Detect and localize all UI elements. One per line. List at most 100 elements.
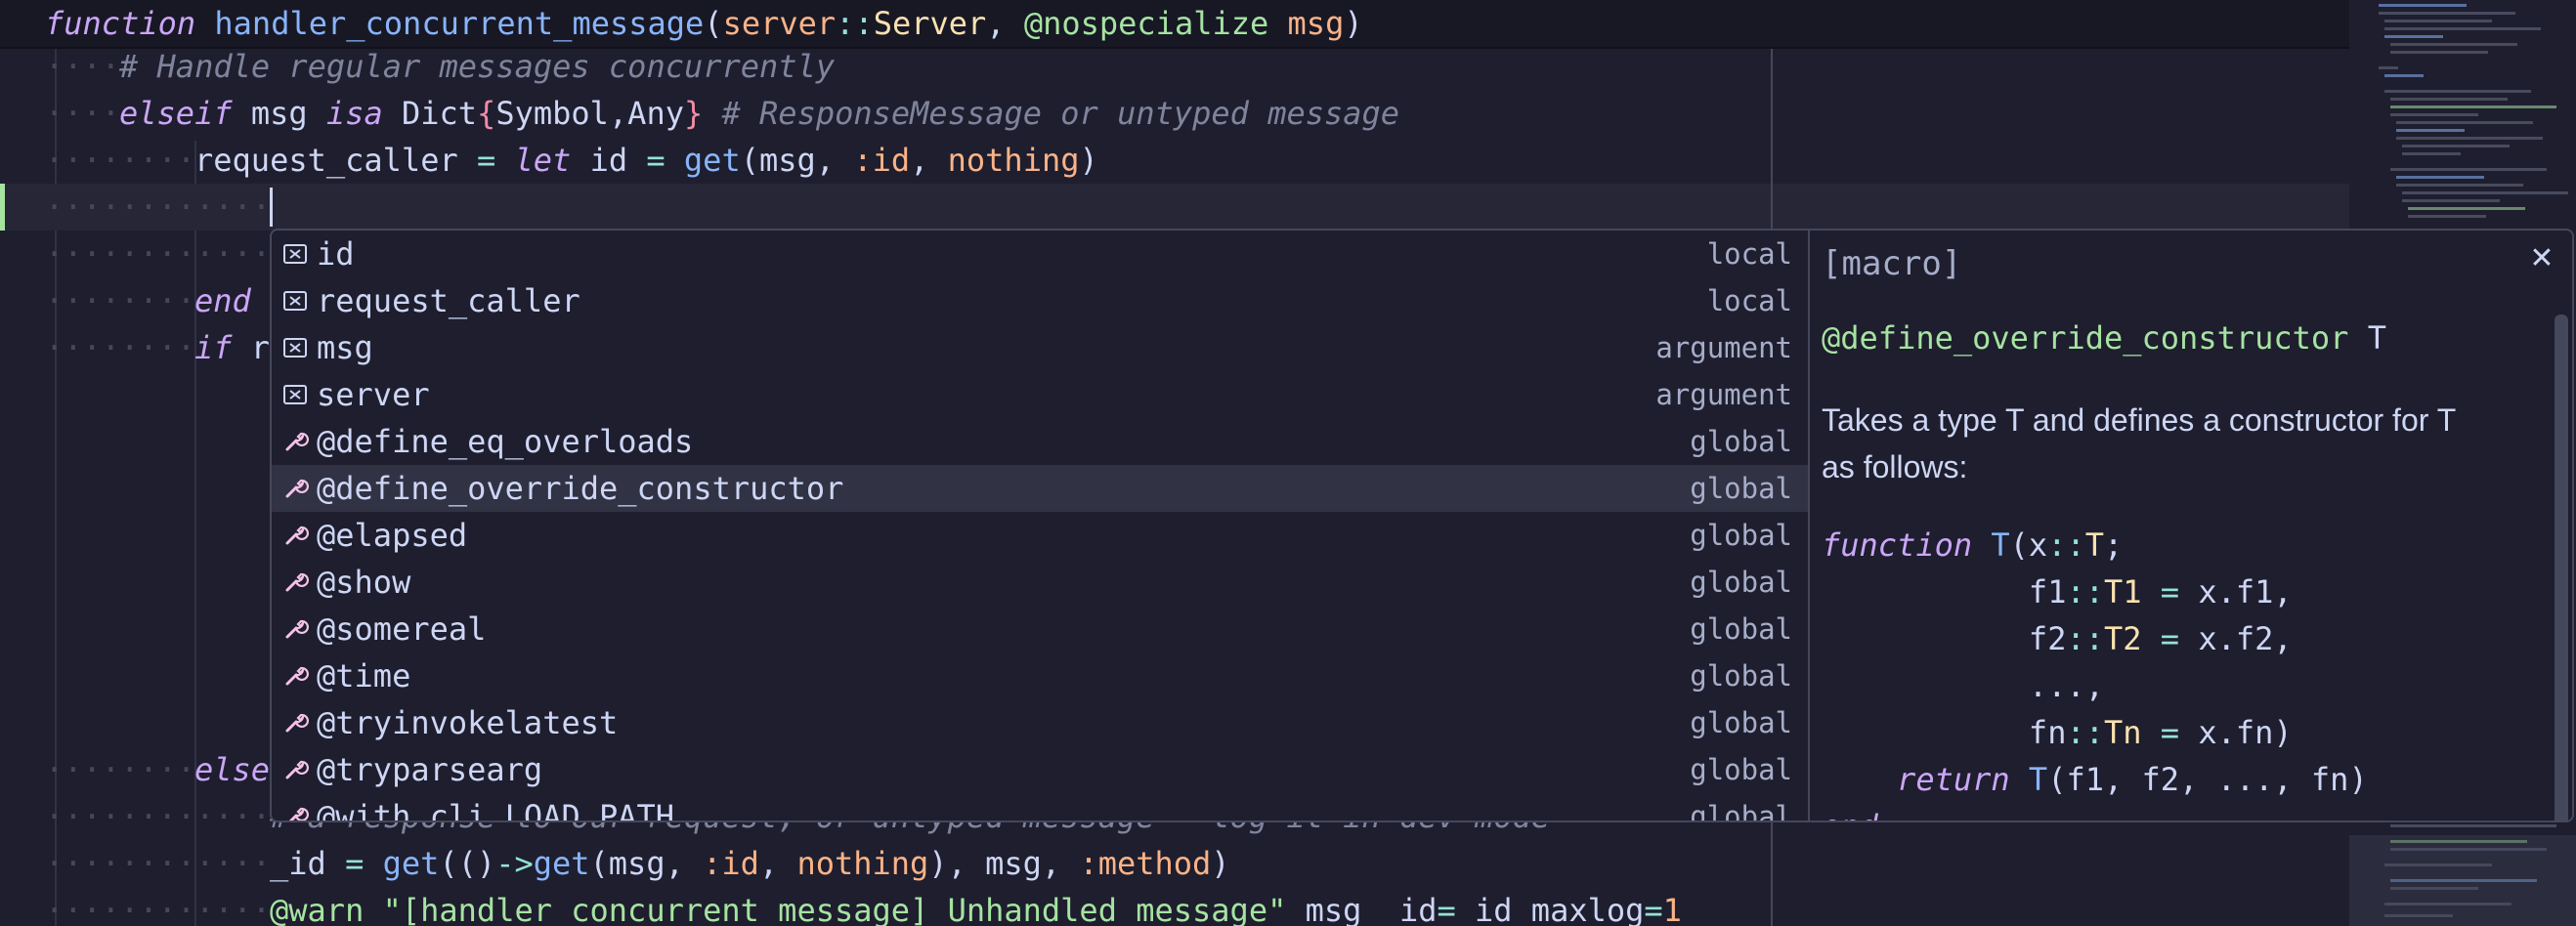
minimap-line bbox=[2390, 168, 2547, 171]
details-code-line: fn::Tn = x.fn) bbox=[1822, 709, 2293, 756]
code-text: request_caller bbox=[194, 142, 477, 179]
variable-icon bbox=[283, 291, 307, 311]
macro-name: @define_override_constructor bbox=[1822, 319, 2349, 357]
operator: = bbox=[646, 142, 665, 179]
suggestion-kind: local bbox=[1706, 284, 1792, 317]
suggestion-item[interactable]: @time global bbox=[272, 652, 1810, 699]
whitespace-dots: ············ bbox=[45, 189, 272, 226]
suggestion-item[interactable]: @define_eq_overloads global bbox=[272, 418, 1810, 465]
code-text: Symbol,Any bbox=[495, 95, 684, 132]
suggestion-label: @elapsed bbox=[317, 517, 468, 554]
code-line[interactable]: ···· elseif msg isa Dict{Symbol,Any} # R… bbox=[0, 90, 2349, 137]
suggestion-label: msg bbox=[317, 329, 373, 366]
minimap-viewport-slider[interactable] bbox=[2349, 835, 2576, 926]
details-description-cont: as follows: bbox=[1822, 449, 1968, 484]
suggestion-kind: argument bbox=[1655, 331, 1792, 364]
suggestion-item[interactable]: msg argument bbox=[272, 324, 1810, 371]
wrench-icon bbox=[285, 713, 309, 733]
suggestion-kind: global bbox=[1690, 612, 1792, 646]
code-text: ), msg, bbox=[928, 845, 1080, 882]
code-line[interactable]: ···· # Handle regular messages concurren… bbox=[0, 43, 2349, 90]
function-name: T bbox=[1991, 526, 2010, 564]
suggestion-label: server bbox=[317, 376, 430, 413]
close-icon[interactable]: ✕ bbox=[2527, 244, 2556, 274]
whitespace-dots: ········ bbox=[45, 751, 196, 788]
suggestion-label: @somereal bbox=[317, 610, 487, 648]
operator: :: bbox=[2066, 714, 2104, 751]
whitespace-dots: ········ bbox=[45, 329, 196, 366]
keyword: function bbox=[1822, 526, 1973, 564]
operator: = bbox=[1437, 892, 1456, 926]
string-literal: "[handler_concurrent_message] Unhandled … bbox=[382, 892, 1287, 926]
wrench-icon bbox=[285, 760, 309, 779]
suggestion-item[interactable]: server argument bbox=[272, 371, 1810, 418]
type-annot: :: bbox=[836, 5, 874, 42]
whitespace-dots: ············ bbox=[45, 798, 272, 835]
details-code-line: return T(f1, f2, ..., fn) bbox=[1822, 756, 2368, 803]
minimap-line bbox=[2396, 121, 2533, 124]
wrench-icon bbox=[285, 572, 309, 592]
suggestion-item[interactable]: request_caller local bbox=[272, 277, 1810, 324]
suggestion-item[interactable]: @tryinvokelatest global bbox=[272, 699, 1810, 746]
code-text: , bbox=[758, 845, 797, 882]
suggestion-item[interactable]: @tryparsearg global bbox=[272, 746, 1810, 793]
suggestion-label: @tryinvokelatest bbox=[317, 704, 619, 741]
current-line[interactable]: ············ bbox=[0, 184, 2349, 231]
minimap-line bbox=[2402, 152, 2461, 155]
minimap-line bbox=[2390, 113, 2478, 116]
code-line[interactable]: ············ @warn "[handler_concurrent_… bbox=[0, 887, 2349, 926]
suggestion-item[interactable]: @show global bbox=[272, 559, 1810, 606]
keyword: function bbox=[45, 5, 196, 42]
minimap-line bbox=[2384, 27, 2541, 30]
type-name: Server bbox=[873, 5, 987, 42]
suggestion-kind: global bbox=[1690, 519, 1792, 552]
minimap-line bbox=[2396, 137, 2543, 140]
code-text: ) bbox=[1211, 845, 1230, 882]
code-text: x.f1, bbox=[2179, 573, 2293, 610]
suggestion-item[interactable]: @somereal global bbox=[272, 606, 1810, 652]
suggestion-item[interactable]: @elapsed global bbox=[272, 512, 1810, 559]
code-line[interactable]: ············ _id = get(()->get(msg, :id,… bbox=[0, 840, 2349, 887]
suggestion-label: request_caller bbox=[317, 282, 580, 319]
variable-icon bbox=[283, 244, 307, 264]
minimap-line bbox=[2384, 74, 2424, 77]
keyword: if bbox=[194, 329, 233, 366]
details-scrollbar[interactable] bbox=[2555, 315, 2568, 821]
details-code-line: function T(x::T; bbox=[1822, 522, 2123, 568]
function-name: T bbox=[2028, 761, 2048, 798]
wrench-icon bbox=[285, 619, 309, 639]
symbol: :id bbox=[853, 142, 911, 179]
keyword: end bbox=[194, 282, 251, 319]
minimap-line bbox=[2408, 207, 2525, 210]
suggestion-kind: global bbox=[1690, 753, 1792, 786]
function-call: get bbox=[683, 142, 741, 179]
details-code-line: f1::T1 = x.f1, bbox=[1822, 568, 2293, 615]
code-text: (msg, bbox=[589, 845, 704, 882]
suggestion-item[interactable]: id local bbox=[272, 231, 1810, 277]
minimap-line bbox=[2384, 35, 2443, 38]
brace: { bbox=[477, 95, 496, 132]
suggestion-list[interactable]: id local request_caller local msg argument ser… bbox=[270, 229, 1812, 822]
minimap-line bbox=[2396, 176, 2484, 179]
minimap-line bbox=[2384, 90, 2531, 93]
suggestion-item[interactable]: @with_cli_LOAD_PATH global bbox=[272, 793, 1810, 821]
keyword: isa bbox=[325, 95, 383, 132]
operator: = bbox=[1644, 892, 1663, 926]
sticky-scroll-header[interactable]: function handler_concurrent_message(serv… bbox=[0, 0, 2349, 49]
function-name: handler_concurrent_message bbox=[214, 5, 705, 42]
code-line[interactable]: ········ request_caller = let id = get(m… bbox=[0, 137, 2349, 184]
code-text: x.f2, bbox=[2179, 620, 2293, 657]
suggestion-item[interactable]: @define_override_constructor global bbox=[272, 465, 1810, 512]
code-text: id bbox=[571, 142, 647, 179]
